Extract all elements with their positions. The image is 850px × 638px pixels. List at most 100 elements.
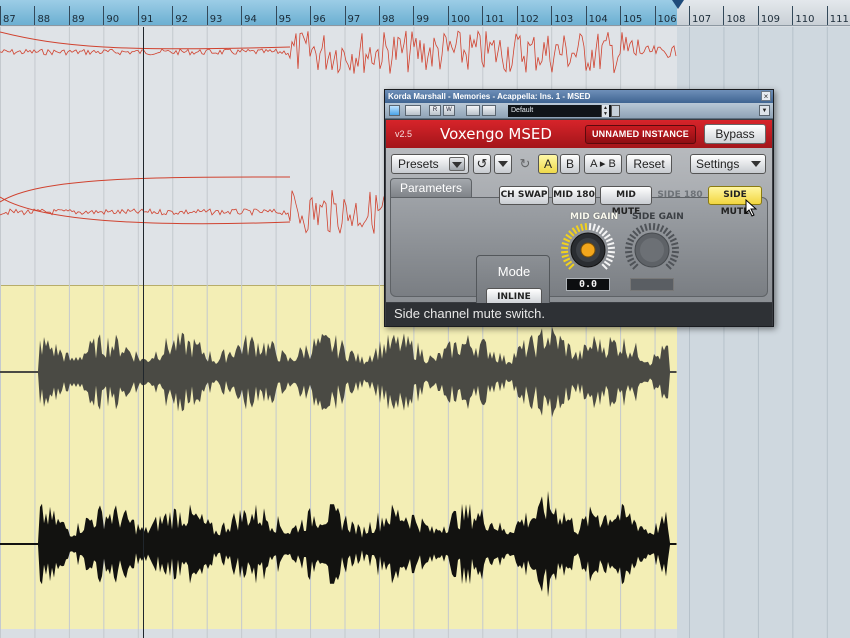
ruler-bar-number: 95 <box>278 14 292 25</box>
knob-tick <box>625 242 633 246</box>
knob-tick <box>669 257 677 263</box>
presets-dropdown-icon[interactable] <box>449 157 465 171</box>
mid-gain-label: MID GAIN <box>570 212 619 222</box>
project-cursor[interactable] <box>143 27 144 638</box>
bypass-insert-icon[interactable] <box>405 105 421 116</box>
ch-swap-button[interactable]: CH SWAP <box>499 186 549 205</box>
ruler-tick <box>654 6 656 25</box>
preset-spin-icon[interactable]: ▲ ▼ <box>601 105 609 117</box>
locator-marker-icon[interactable] <box>672 0 684 9</box>
knob-tick <box>563 237 571 243</box>
knob-tick <box>607 246 615 250</box>
ruler-bar-number: 88 <box>37 14 51 25</box>
ruler-bar-number: 102 <box>519 14 539 25</box>
tab-parameters[interactable]: Parameters <box>390 178 472 198</box>
plugin-window-title[interactable]: Korda Marshall - Memories - Acappella: I… <box>385 90 773 103</box>
knob-tick <box>627 257 635 263</box>
ruler-tick <box>103 6 105 25</box>
ruler-tick <box>241 6 243 25</box>
plugin-window-msed: Korda Marshall - Memories - Acappella: I… <box>384 89 774 327</box>
ruler-tick <box>310 6 312 25</box>
knob-tick <box>561 254 569 258</box>
knob-tick <box>603 260 611 267</box>
ruler-tick <box>378 6 380 25</box>
knob-tick <box>605 237 613 243</box>
knob-tick <box>607 242 615 246</box>
ruler-bar-number: 96 <box>313 14 326 25</box>
bypass-button[interactable]: Bypass <box>704 124 766 144</box>
ruler-bar-number: 109 <box>760 14 780 25</box>
mid-mute-button[interactable]: MID MUTE <box>600 186 652 217</box>
read-automation-button[interactable]: R <box>429 105 441 116</box>
knob-tick <box>656 223 660 231</box>
knob-tick <box>595 225 601 233</box>
knob-tick <box>665 263 672 270</box>
mid-gain-knob[interactable] <box>560 222 616 278</box>
ruler-tick <box>206 6 208 25</box>
ruler-tick <box>447 6 449 25</box>
track-event-acappella[interactable] <box>0 285 677 629</box>
ruler-bar-number: 91 <box>140 14 154 25</box>
mid-180-button[interactable]: MID 180 <box>552 186 596 205</box>
preset-star-icon[interactable] <box>611 105 620 117</box>
ruler-tick <box>689 6 690 25</box>
instance-name-button[interactable]: UNNAMED INSTANCE <box>585 125 696 144</box>
ruler-bar-number: 97 <box>347 14 361 25</box>
ruler-bar-number: 100 <box>450 14 470 25</box>
preset-a-button[interactable]: A <box>538 154 558 174</box>
ruler-bar-number: 99 <box>416 14 430 25</box>
knob-tick <box>561 250 569 254</box>
knob-tick <box>671 246 679 250</box>
freeze-icon[interactable] <box>482 105 496 116</box>
ruler-tick <box>757 6 759 25</box>
knob-tick <box>635 227 642 235</box>
close-icon[interactable]: × <box>761 91 771 101</box>
reset-button[interactable]: Reset <box>626 154 672 174</box>
timeline-ruler[interactable]: 87 88 89 90 91 92 93 94 95 96 97 98 99 100 101 102 103 10… <box>0 0 850 26</box>
status-bar: Side channel mute switch. <box>386 303 772 326</box>
side-180-button[interactable]: SIDE 180 <box>656 186 704 205</box>
knob-tick <box>662 227 669 235</box>
undo-history-icon[interactable] <box>494 154 512 174</box>
knob-tick <box>652 223 656 231</box>
presets-button[interactable]: Presets <box>391 154 469 174</box>
knob-tick <box>639 225 645 233</box>
knob-tick <box>625 254 633 258</box>
knob-tick <box>625 246 633 250</box>
settings-dropdown-icon <box>751 161 761 167</box>
mid-gain-value[interactable]: 0.0 <box>566 278 610 291</box>
write-automation-button[interactable]: W <box>443 105 455 116</box>
host-menu-icon[interactable]: ▼ <box>759 105 770 116</box>
presets-label: Presets <box>398 157 439 171</box>
ruler-bar-number: 90 <box>106 14 120 25</box>
power-icon[interactable] <box>389 105 400 116</box>
ruler-tick <box>620 6 622 25</box>
knob-tick <box>565 260 573 267</box>
knob-tick <box>592 223 596 231</box>
ruler-bar-number: 104 <box>588 14 608 25</box>
knob-tick <box>607 250 615 254</box>
side-gain-value[interactable] <box>630 278 674 291</box>
settings-button[interactable]: Settings <box>690 154 766 174</box>
knob-tick <box>659 225 665 233</box>
knob-tick <box>588 223 592 231</box>
side-gain-knob[interactable] <box>624 222 680 278</box>
ruler-tick <box>585 6 587 25</box>
knob-tick <box>629 233 637 240</box>
settings-label: Settings <box>696 157 740 171</box>
redo-icon[interactable]: ↻ <box>516 154 534 174</box>
knob-tick <box>561 246 569 250</box>
knob-tick <box>605 257 613 263</box>
ruler-bar-number: 98 <box>381 14 395 25</box>
preset-b-button[interactable]: B <box>560 154 580 174</box>
knob-tick <box>648 223 652 231</box>
knob-tick <box>565 233 573 240</box>
ruler-bar-number: 107 <box>692 14 712 25</box>
compare-icon[interactable] <box>466 105 480 116</box>
plugin-version: v2.5 <box>395 129 413 139</box>
ruler-tick <box>792 6 794 25</box>
undo-icon[interactable]: ↺ <box>473 154 491 174</box>
copy-a-to-b-button[interactable]: A ▸ B <box>584 154 622 174</box>
knob-tick <box>627 237 635 243</box>
knob-tick <box>625 250 633 254</box>
